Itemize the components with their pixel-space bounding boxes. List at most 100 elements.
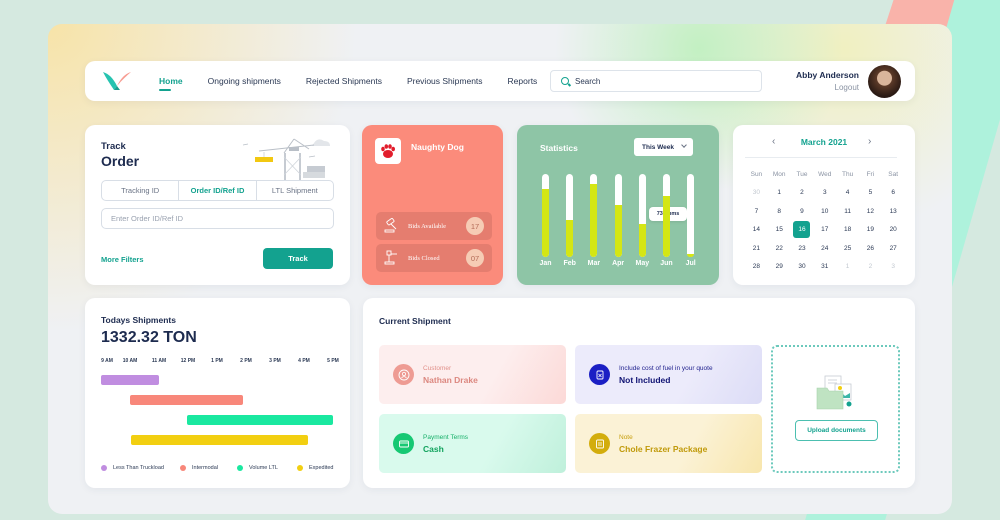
calendar-day[interactable]: 17 <box>813 221 836 240</box>
upload-documents-button[interactable]: Upload documents <box>795 420 878 441</box>
calendar-day[interactable]: 2 <box>791 184 814 203</box>
legend-item: Expedited <box>297 465 333 471</box>
calendar-day[interactable]: 4 <box>836 184 859 203</box>
bids-closed-row[interactable]: Bids Closed 07 <box>376 244 492 272</box>
calendar-day-number: 2 <box>868 263 873 271</box>
calendar-day[interactable]: 30 <box>745 184 768 203</box>
nav-link-previous-shipments[interactable]: Previous Shipments <box>407 76 483 86</box>
calendar-day[interactable]: 27 <box>882 239 905 258</box>
calendar-day[interactable]: 28 <box>745 258 768 277</box>
calendar-day[interactable]: 24 <box>813 239 836 258</box>
weekday-label: Wed <box>818 170 832 178</box>
customer-label: Customer <box>423 364 452 372</box>
avatar[interactable] <box>868 65 901 98</box>
calendar-day[interactable]: 2 <box>859 258 882 277</box>
calendar-day[interactable]: 18 <box>836 221 859 240</box>
user-name: Abby Anderson <box>796 70 859 80</box>
calendar-day[interactable]: 14 <box>745 221 768 240</box>
chevron-left-icon[interactable]: ‹ <box>772 137 775 147</box>
track-button[interactable]: Track <box>263 248 333 269</box>
folder-documents-icon <box>816 375 852 410</box>
bar-mar[interactable] <box>590 174 598 257</box>
calendar-day[interactable]: 15 <box>768 221 791 240</box>
gantt-bar-intermodal[interactable] <box>130 395 244 405</box>
calendar-day[interactable]: 23 <box>791 239 814 258</box>
calendar-day-number: 22 <box>775 244 783 252</box>
period-dropdown[interactable]: This Week <box>634 138 693 156</box>
payment-terms-value: Cash <box>423 443 444 454</box>
time-axis: 9 AM 10 AM 11 AM 12 PM 1 PM 2 PM 3 PM 4 PM 5 PM <box>99 358 339 368</box>
calendar-day[interactable]: 1 <box>768 184 791 203</box>
nav-link-ongoing-shipments[interactable]: Ongoing shipments <box>208 76 281 86</box>
legend-label: Intermodal <box>192 465 218 471</box>
calendar-day[interactable]: 19 <box>859 221 882 240</box>
nav-link-reports[interactable]: Reports <box>508 76 538 86</box>
nav-link-rejected-shipments[interactable]: Rejected Shipments <box>306 76 382 86</box>
calendar-day-number: 27 <box>889 244 897 252</box>
user-info: Abby Anderson Logout <box>796 70 859 92</box>
bar-jan[interactable] <box>542 174 549 257</box>
bids-available-row[interactable]: Bids Available 17 <box>376 212 492 240</box>
tab-order-id[interactable]: Order ID/Ref ID <box>179 181 257 200</box>
calendar-day[interactable]: 3 <box>813 184 836 203</box>
gantt-bar-expedited[interactable] <box>131 435 309 445</box>
time-tick-label: 3 PM <box>269 358 281 364</box>
gantt-bar-less-than-truckload[interactable] <box>101 375 159 385</box>
statistics-title: Statistics <box>540 143 578 153</box>
calendar-day-number: 24 <box>821 244 829 252</box>
search-input[interactable] <box>575 76 745 86</box>
calendar-day[interactable]: 30 <box>791 258 814 277</box>
company-name: Naughty Dog <box>411 142 464 152</box>
bar-jun[interactable] <box>663 174 670 257</box>
calendar-day[interactable]: 31 <box>813 258 836 277</box>
calendar-day[interactable]: 6 <box>882 184 905 203</box>
tab-tracking-id[interactable]: Tracking ID <box>102 181 180 200</box>
bar-apr[interactable] <box>614 174 622 257</box>
chevron-right-icon[interactable]: › <box>868 137 871 147</box>
more-filters-link[interactable]: More Filters <box>101 255 144 264</box>
note-label: Note <box>619 433 633 441</box>
bar-jul[interactable] <box>687 174 695 257</box>
calendar-day[interactable]: 9 <box>791 202 814 221</box>
calendar-day[interactable]: 29 <box>768 258 791 277</box>
time-tick-label: 4 PM <box>298 358 310 364</box>
calendar-day[interactable]: 13 <box>882 202 905 221</box>
calendar-day[interactable]: 26 <box>859 239 882 258</box>
gantt-bar-volume-ltl[interactable] <box>186 415 333 425</box>
nav-link-home[interactable]: Home <box>159 76 183 91</box>
bids-closed-label: Bids Closed <box>408 254 440 262</box>
calendar-day[interactable]: 11 <box>836 202 859 221</box>
calendar-day[interactable]: 21 <box>745 239 768 258</box>
calendar-day[interactable]: 20 <box>882 221 905 240</box>
fuel-cost-info-tile: Include cost of fuel in your quote Not I… <box>575 345 762 404</box>
time-tick-label: 10 AM <box>122 358 138 364</box>
bar-fill-feb <box>566 219 574 257</box>
calendar-day[interactable]: 12 <box>859 202 882 221</box>
calendar-day-number: 31 <box>821 263 829 271</box>
bar-may[interactable] <box>638 174 646 257</box>
calendar-day-number: 5 <box>868 189 873 197</box>
tab-ltl-shipment[interactable]: LTL Shipment <box>257 181 333 200</box>
calendar-day[interactable]: 22 <box>768 239 791 258</box>
order-id-input[interactable] <box>101 208 334 229</box>
current-shipment-card: Current Shipment Customer Nathan Drake I… <box>363 298 915 488</box>
calendar-day[interactable]: 5 <box>859 184 882 203</box>
weekday-label: Sun <box>750 170 763 178</box>
calendar-day-selected[interactable]: 16 <box>791 221 814 240</box>
calendar-day[interactable]: 1 <box>836 258 859 277</box>
calendar-day[interactable]: 25 <box>836 239 859 258</box>
bar-feb[interactable] <box>566 174 574 257</box>
calendar-day[interactable]: 7 <box>745 202 768 221</box>
calendar-day[interactable]: 3 <box>882 258 905 277</box>
calendar-day[interactable]: 8 <box>768 202 791 221</box>
calendar-day[interactable]: 10 <box>813 202 836 221</box>
weekday-label: Tue <box>796 170 808 178</box>
upload-dropzone[interactable]: Upload documents <box>771 345 900 473</box>
bar-fill-apr <box>614 204 622 257</box>
logout-link[interactable]: Logout <box>796 83 859 92</box>
bids-closed-count: 07 <box>466 249 484 267</box>
logo-icon <box>103 72 131 90</box>
search-box[interactable] <box>550 70 762 92</box>
note-value: Chole Frazer Package <box>619 443 708 454</box>
time-tick-label: 12 PM <box>180 358 196 364</box>
